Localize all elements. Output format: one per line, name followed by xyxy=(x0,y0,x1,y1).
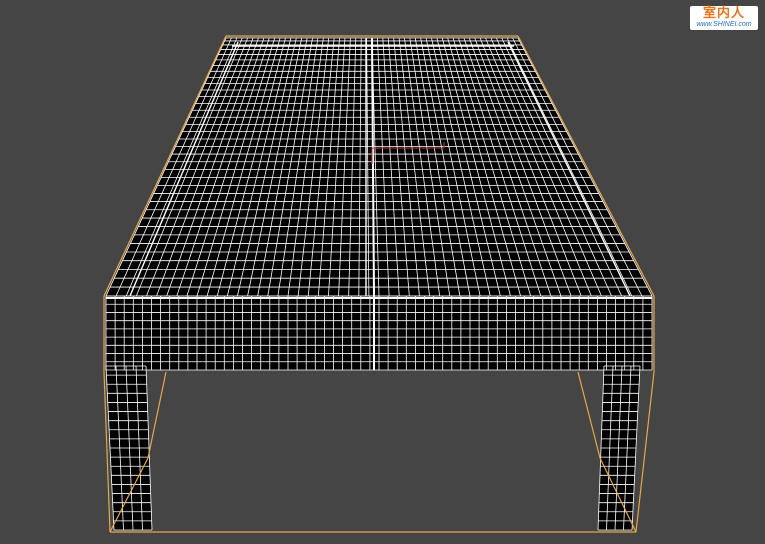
table-wireframe[interactable] xyxy=(0,0,765,544)
viewport-3d[interactable]: 室内人 www.SHINEI.com xyxy=(0,0,765,544)
watermark-logo: 室内人 www.SHINEI.com xyxy=(690,6,758,30)
selection-edge xyxy=(147,371,167,459)
watermark-url: www.SHINEI.com xyxy=(696,21,752,28)
selection-edge xyxy=(577,371,601,459)
watermark-logo-text: 室内人 xyxy=(702,6,745,21)
